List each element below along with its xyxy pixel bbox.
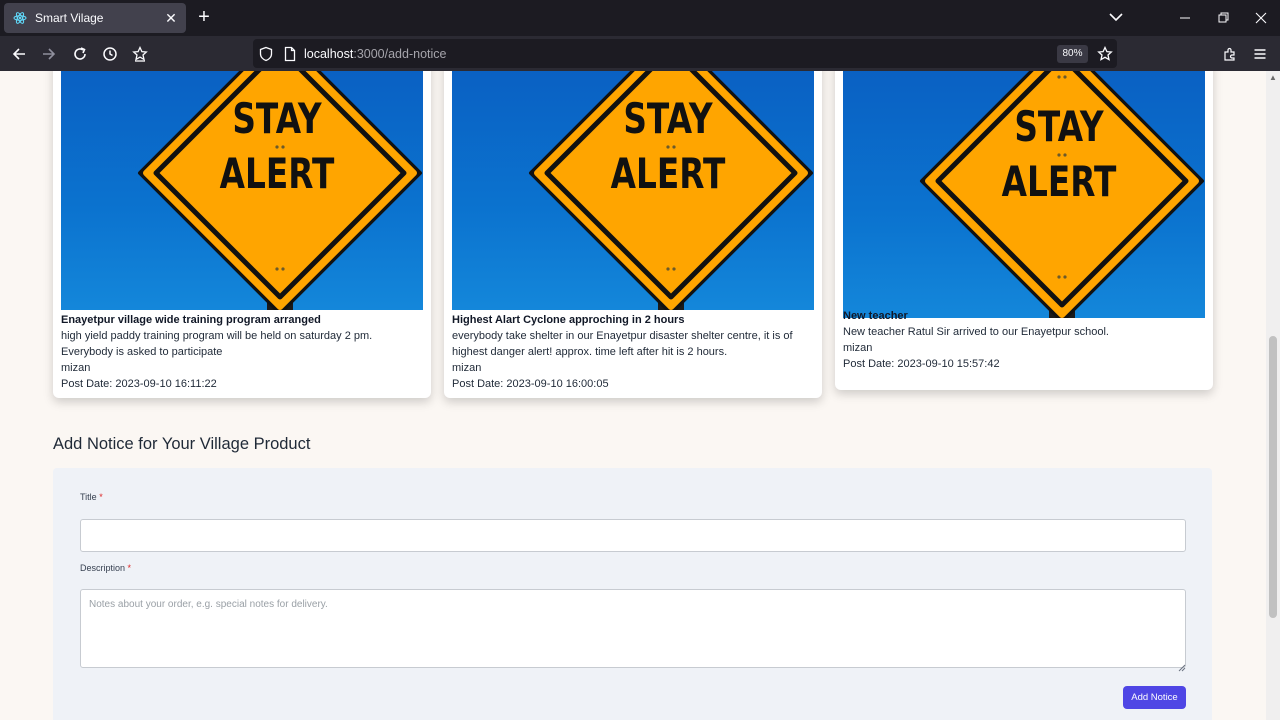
new-tab-icon[interactable]: + bbox=[194, 7, 214, 27]
notice-image: STAY ALERT bbox=[843, 71, 1205, 318]
minimize-icon[interactable] bbox=[1175, 8, 1195, 28]
react-icon bbox=[13, 11, 27, 25]
sign-text: ALERT bbox=[611, 149, 726, 198]
notice-title: New teacher bbox=[843, 310, 908, 322]
restore-icon[interactable] bbox=[1213, 8, 1233, 28]
url-text[interactable]: localhost:3000/add-notice bbox=[304, 47, 446, 61]
url-bar[interactable]: localhost:3000/add-notice 80% bbox=[253, 39, 1117, 68]
notice-card[interactable]: STAY ALERT Highest Alart Cyclone approchi… bbox=[444, 71, 822, 398]
add-notice-form: Title * Description * Add Notice bbox=[53, 468, 1212, 720]
notice-card[interactable]: STAY ALERT Enayetpur village wide trainin… bbox=[53, 71, 431, 398]
forward-icon[interactable] bbox=[39, 44, 59, 64]
notice-body: Enayetpur village wide training program … bbox=[61, 312, 427, 392]
add-notice-button[interactable]: Add Notice bbox=[1123, 686, 1186, 709]
description-input[interactable] bbox=[80, 589, 1186, 668]
required-mark: * bbox=[127, 563, 132, 573]
notice-image: STAY ALERT bbox=[61, 71, 423, 310]
title-label: Title * bbox=[80, 492, 103, 502]
notice-post-date: Post Date: 2023-09-10 16:11:22 bbox=[61, 378, 217, 390]
notice-post-date: Post Date: 2023-09-10 15:57:42 bbox=[843, 358, 1000, 370]
scroll-thumb[interactable] bbox=[1269, 336, 1277, 618]
required-mark: * bbox=[99, 492, 103, 502]
page-scrollbar[interactable]: ▲ bbox=[1266, 71, 1280, 720]
back-icon[interactable] bbox=[9, 44, 29, 64]
zoom-badge[interactable]: 80% bbox=[1057, 45, 1088, 63]
notice-body: Highest Alart Cyclone approching in 2 ho… bbox=[452, 312, 818, 392]
sign-text: ALERT bbox=[1002, 157, 1117, 206]
bookmark-manager-icon[interactable] bbox=[130, 44, 150, 64]
add-notice-heading: Add Notice for Your Village Product bbox=[53, 435, 311, 453]
title-input[interactable] bbox=[80, 519, 1186, 552]
tab-title: Smart Vilage bbox=[35, 11, 104, 25]
notice-body: New teacher New teacher Ratul Sir arrive… bbox=[843, 308, 1209, 372]
sign-text: STAY bbox=[232, 94, 322, 143]
browser-tab[interactable]: Smart Vilage ✕ bbox=[4, 3, 186, 33]
menu-icon[interactable] bbox=[1250, 44, 1270, 64]
browser-toolbar: localhost:3000/add-notice 80% bbox=[0, 36, 1280, 71]
close-window-icon[interactable] bbox=[1251, 8, 1271, 28]
notice-description: high yield paddy training program will b… bbox=[61, 330, 373, 358]
sign-text: ALERT bbox=[220, 149, 335, 198]
notice-author: mizan bbox=[843, 342, 873, 354]
extensions-icon[interactable] bbox=[1220, 44, 1240, 64]
close-tab-icon[interactable]: ✕ bbox=[162, 10, 180, 27]
page-viewport: STAY ALERT Enayetpur village wide trainin… bbox=[0, 71, 1266, 720]
sign-text: STAY bbox=[1014, 102, 1104, 151]
notice-post-date: Post Date: 2023-09-10 16:00:05 bbox=[452, 378, 609, 390]
history-icon[interactable] bbox=[100, 44, 120, 64]
resize-grip-icon[interactable] bbox=[1177, 659, 1186, 672]
page-icon[interactable] bbox=[280, 44, 300, 64]
browser-tab-strip: Smart Vilage ✕ + bbox=[0, 0, 1280, 36]
reload-icon[interactable] bbox=[70, 44, 90, 64]
notice-description: everybody take shelter in our Enayetpur … bbox=[452, 330, 793, 358]
description-label: Description * bbox=[80, 563, 132, 573]
scroll-up-arrow-icon[interactable]: ▲ bbox=[1269, 73, 1277, 82]
shield-icon[interactable] bbox=[256, 44, 276, 64]
notice-title: Enayetpur village wide training program … bbox=[61, 314, 321, 326]
chevron-down-icon[interactable] bbox=[1107, 8, 1125, 26]
notice-card[interactable]: STAY ALERT New teacher New teacher Ratul … bbox=[835, 71, 1213, 390]
notice-author: mizan bbox=[452, 362, 482, 374]
notice-description: New teacher Ratul Sir arrived to our Ena… bbox=[843, 326, 1109, 338]
notice-image: STAY ALERT bbox=[452, 71, 814, 310]
notice-title: Highest Alart Cyclone approching in 2 ho… bbox=[452, 314, 685, 326]
notice-author: mizan bbox=[61, 362, 91, 374]
star-icon[interactable] bbox=[1095, 44, 1115, 64]
sign-text: STAY bbox=[623, 94, 713, 143]
